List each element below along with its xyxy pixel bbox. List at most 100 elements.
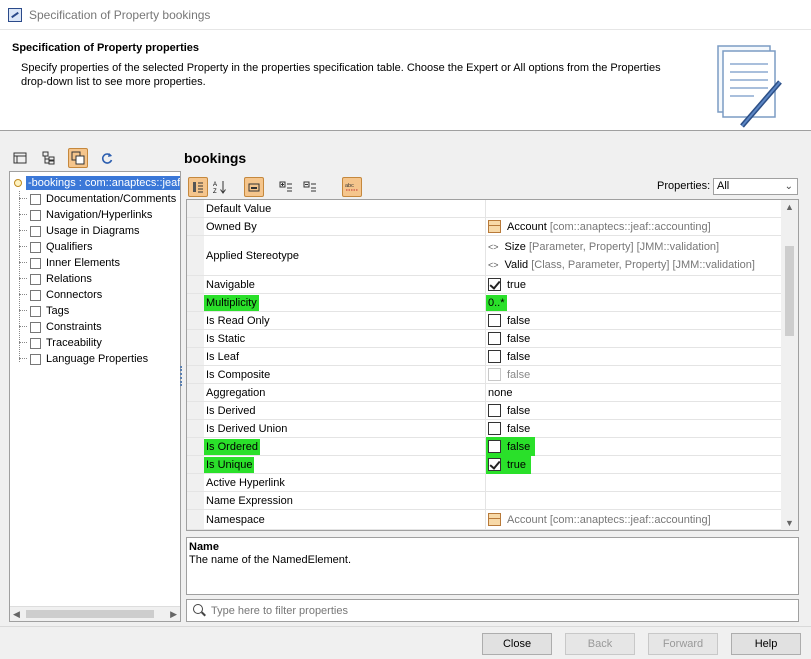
- tree-item-qualifiers[interactable]: Qualifiers: [19, 239, 92, 255]
- property-value[interactable]: true: [485, 455, 782, 474]
- table-row[interactable]: Name Expression: [187, 492, 782, 510]
- collapse-all-icon[interactable]: [300, 177, 320, 197]
- tree-item-documentation[interactable]: Documentation/Comments: [19, 191, 177, 207]
- panel-splitter[interactable]: [180, 366, 183, 386]
- tree-item-connectors[interactable]: Connectors: [19, 287, 103, 303]
- property-value[interactable]: [485, 200, 782, 217]
- property-value[interactable]: none: [485, 384, 782, 401]
- close-button[interactable]: Close: [482, 633, 552, 655]
- tree-item-usage[interactable]: Usage in Diagrams: [19, 223, 140, 239]
- expand-all-icon[interactable]: [276, 177, 296, 197]
- scroll-right-icon[interactable]: ▶: [170, 609, 177, 620]
- table-row[interactable]: Is Static false: [187, 330, 782, 348]
- categorized-view-icon[interactable]: [188, 177, 208, 197]
- table-view-icon[interactable]: [10, 148, 30, 168]
- property-value[interactable]: [485, 474, 782, 491]
- class-icon: [488, 513, 501, 526]
- scroll-thumb[interactable]: [785, 246, 794, 336]
- scroll-left-icon[interactable]: ◀: [13, 609, 20, 620]
- tree-item-language-properties[interactable]: Language Properties: [19, 351, 148, 367]
- value-text: true: [507, 278, 526, 291]
- property-value[interactable]: false: [485, 312, 782, 329]
- tree-item-inner-elements[interactable]: Inner Elements: [19, 255, 120, 271]
- checkbox[interactable]: [488, 422, 501, 435]
- scroll-thumb[interactable]: [26, 610, 154, 618]
- value-text: Valid: [504, 258, 529, 271]
- tree-item-label: Connectors: [46, 289, 103, 301]
- tree-view-icon[interactable]: [39, 148, 59, 168]
- property-value[interactable]: false: [485, 348, 782, 365]
- copy-view-icon[interactable]: [68, 148, 88, 168]
- node-icon: [30, 337, 41, 349]
- sort-alphabetical-icon[interactable]: AZ: [210, 177, 230, 197]
- show-description-icon[interactable]: [244, 177, 264, 197]
- checkbox[interactable]: [488, 440, 501, 453]
- checkbox[interactable]: [488, 278, 501, 291]
- table-row[interactable]: Is Unique true: [187, 455, 782, 474]
- help-button[interactable]: Help: [731, 633, 801, 655]
- tree-item-label: Documentation/Comments: [46, 193, 177, 205]
- tree-item-traceability[interactable]: Traceability: [19, 335, 102, 351]
- filter-box: [186, 599, 799, 622]
- checkbox[interactable]: [488, 404, 501, 417]
- table-row[interactable]: Active Hyperlink: [187, 474, 782, 492]
- table-row[interactable]: Is Composite false: [187, 366, 782, 384]
- property-icon: [14, 179, 22, 187]
- property-value[interactable]: 0..*: [485, 294, 782, 311]
- property-value[interactable]: true: [485, 276, 782, 293]
- property-name: Is Ordered: [204, 438, 485, 455]
- property-name: Is Leaf: [206, 350, 240, 363]
- title-bar: Specification of Property bookings: [0, 0, 811, 30]
- checkbox[interactable]: [488, 332, 501, 345]
- table-row[interactable]: Is Leaf false: [187, 348, 782, 366]
- properties-dropdown[interactable]: All ⌄: [713, 178, 798, 195]
- value-text: false: [507, 440, 531, 453]
- table-row[interactable]: Default Value: [187, 200, 782, 218]
- forward-button[interactable]: Forward: [648, 633, 718, 655]
- property-value[interactable]: false: [485, 420, 782, 437]
- table-row[interactable]: Is Ordered false: [187, 437, 782, 456]
- properties-toolbar: AZ abc Properties: All ⌄: [186, 176, 799, 198]
- back-button[interactable]: Back: [565, 633, 635, 655]
- tree-item-constraints[interactable]: Constraints: [19, 319, 102, 335]
- filter-input[interactable]: [211, 604, 771, 617]
- tree-root-item[interactable]: -bookings : com::anaptecs::jeaf: [14, 175, 180, 191]
- tree-horizontal-scrollbar[interactable]: ◀ ▶: [10, 606, 180, 621]
- table-row[interactable]: Applied Stereotype <> Size [Parameter, Pr…: [187, 236, 782, 276]
- property-name: Name Expression: [206, 494, 293, 507]
- property-value[interactable]: [485, 492, 782, 509]
- table-vertical-scrollbar[interactable]: ▲ ▼: [781, 200, 798, 530]
- property-value[interactable]: Account [com::anaptecs::jeaf::accounting…: [485, 510, 782, 529]
- svg-text:Z: Z: [213, 189, 217, 194]
- table-row[interactable]: Is Derived Union false: [187, 420, 782, 438]
- tree-item-tags[interactable]: Tags: [19, 303, 69, 319]
- property-name: Is Derived: [206, 404, 256, 417]
- table-row[interactable]: Multiplicity 0..*: [187, 294, 782, 312]
- property-value[interactable]: false: [485, 437, 782, 456]
- table-row[interactable]: Is Derived false: [187, 402, 782, 420]
- table-row[interactable]: Is Read Only false: [187, 312, 782, 330]
- refresh-icon[interactable]: [97, 148, 117, 168]
- table-row[interactable]: Owned By Account [com::anaptecs::jeaf::a…: [187, 218, 782, 236]
- property-value[interactable]: false: [485, 402, 782, 419]
- value-qualifier: [com::anaptecs::jeaf::accounting]: [549, 220, 711, 233]
- checkbox[interactable]: [488, 458, 501, 471]
- checkbox[interactable]: [488, 350, 501, 363]
- table-row[interactable]: Navigable true: [187, 276, 782, 294]
- table-row[interactable]: Namespace Account [com::anaptecs::jeaf::…: [187, 510, 782, 530]
- spell-check-icon[interactable]: abc: [342, 177, 362, 197]
- scroll-down-icon[interactable]: ▼: [785, 518, 794, 528]
- property-name: Active Hyperlink: [206, 476, 285, 489]
- table-row[interactable]: Aggregation none: [187, 384, 782, 402]
- property-value[interactable]: <> Size [Parameter, Property] [JMM::valid…: [485, 236, 782, 275]
- tree-item-label: Inner Elements: [46, 257, 120, 269]
- stereotype-icon: <>: [488, 259, 499, 270]
- app-icon: [8, 7, 22, 22]
- tree-item-navigation[interactable]: Navigation/Hyperlinks: [19, 207, 152, 223]
- scroll-up-icon[interactable]: ▲: [785, 202, 794, 212]
- property-value[interactable]: Account [com::anaptecs::jeaf::accounting…: [485, 218, 782, 235]
- checkbox[interactable]: [488, 314, 501, 327]
- property-value[interactable]: false: [485, 330, 782, 347]
- tree-item-relations[interactable]: Relations: [19, 271, 92, 287]
- dialog-footer: Close Back Forward Help: [0, 626, 811, 659]
